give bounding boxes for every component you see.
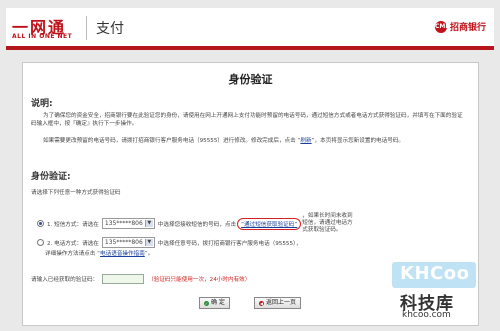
confirm-label: 确 定	[211, 299, 225, 306]
choose-method-text: 请选择下列任意一种方式获得验证码	[31, 190, 121, 196]
bank-name: 招商银行	[449, 23, 486, 33]
phone-number-select[interactable]: 135*****806 ▼	[101, 237, 155, 248]
check-icon: ✓	[204, 300, 209, 306]
sms-phone-value: 135*****806	[104, 220, 143, 227]
sms-option-tail: ，如果长时间未收到短信，请通过电话方式获取验证码。	[302, 213, 353, 233]
voice-guide-link[interactable]: 电话语音操作指南	[100, 249, 145, 257]
bank-logo: CMB 招商银行	[434, 20, 486, 33]
page-title: 身份验证	[228, 73, 273, 86]
intro-change-paragraph: 如果需要更改预留的电话号码，请拨打招商银行客户服务电话（95555）进行修改。修…	[31, 137, 468, 145]
phone-option-text: 中选择任意号码，拨打招商银行客户服务电话（95555），	[157, 240, 302, 247]
confirm-button[interactable]: ✓ 确 定	[199, 297, 230, 309]
verify-heading: 身份验证:	[31, 172, 71, 182]
refresh-link[interactable]: 刷新	[300, 138, 311, 144]
header-divider	[86, 16, 87, 40]
intro-paragraph: 为了确保您的资金安全，招商银行要在此验证您的身份，请使用在网上开通网上支付功能时…	[31, 113, 463, 127]
get-sms-code-link[interactable]: “通过短信获取验证码”	[237, 217, 302, 230]
back-icon: ◀	[259, 300, 264, 306]
phone-option-label: 2. 电话方式：请选在	[47, 240, 99, 247]
section-title: 支付	[96, 21, 124, 37]
header-bar: 一网通 ALL IN ONE NET 支付 CMB 招商银行	[6, 8, 494, 50]
intro-change-tail: ”，本页将显示您新设置的电话号码。	[311, 138, 405, 144]
back-button[interactable]: ◀ 返回上一页	[254, 297, 302, 309]
phone-option-row: 2. 电话方式：请选在 135*****806 ▼ 中选择任意号码，拨打招商银行客…	[37, 237, 301, 248]
bank-mark-icon: CMB	[434, 20, 450, 33]
phone-radio[interactable]	[37, 239, 44, 246]
sms-phone-select[interactable]: 135*****806 ▼	[101, 218, 155, 229]
intro-heading: 说明:	[31, 99, 53, 109]
logo-subtitle: ALL IN ONE NET	[12, 33, 73, 40]
watermark-logo: KHCoo	[400, 263, 470, 284]
verification-code-input[interactable]	[102, 274, 145, 284]
chevron-down-icon: ▼	[144, 220, 153, 227]
phone-guide-tail: ”。	[144, 251, 154, 257]
back-label: 返回上一页	[266, 299, 297, 306]
watermark-url: khcoo.com	[402, 310, 451, 320]
phone-guide-row: 详细操作方法请点击 “电话语音操作指南”。	[45, 249, 153, 257]
sms-option-label: 1. 短信方式：请选在	[47, 221, 99, 228]
code-entry-row: 请输入已经获取的验证码： （验证码只能使用一次，24小时内有效）	[31, 274, 250, 284]
code-label: 请输入已经获取的验证码：	[31, 277, 99, 283]
sms-radio[interactable]	[37, 220, 44, 227]
chevron-down-icon: ▼	[144, 239, 153, 246]
intro-change-text: 如果需要更改预留的电话号码，请拨打招商银行客户服务电话（95555）进行修改。修…	[43, 138, 301, 144]
sms-option-row: 1. 短信方式：请选在 135*****806 ▼ 中选择您接收短信的号码，点击 …	[37, 213, 354, 234]
code-note: （验证码只能使用一次，24小时内有效）	[148, 277, 251, 283]
phone-number-value: 135*****806	[104, 239, 143, 246]
phone-guide-text: 详细操作方法请点击 “	[45, 251, 101, 257]
sms-option-text: 中选择您接收短信的号码，点击	[157, 221, 237, 228]
page-background: 一网通 ALL IN ONE NET 支付 CMB 招商银行 身份验证 说明: …	[0, 0, 500, 331]
